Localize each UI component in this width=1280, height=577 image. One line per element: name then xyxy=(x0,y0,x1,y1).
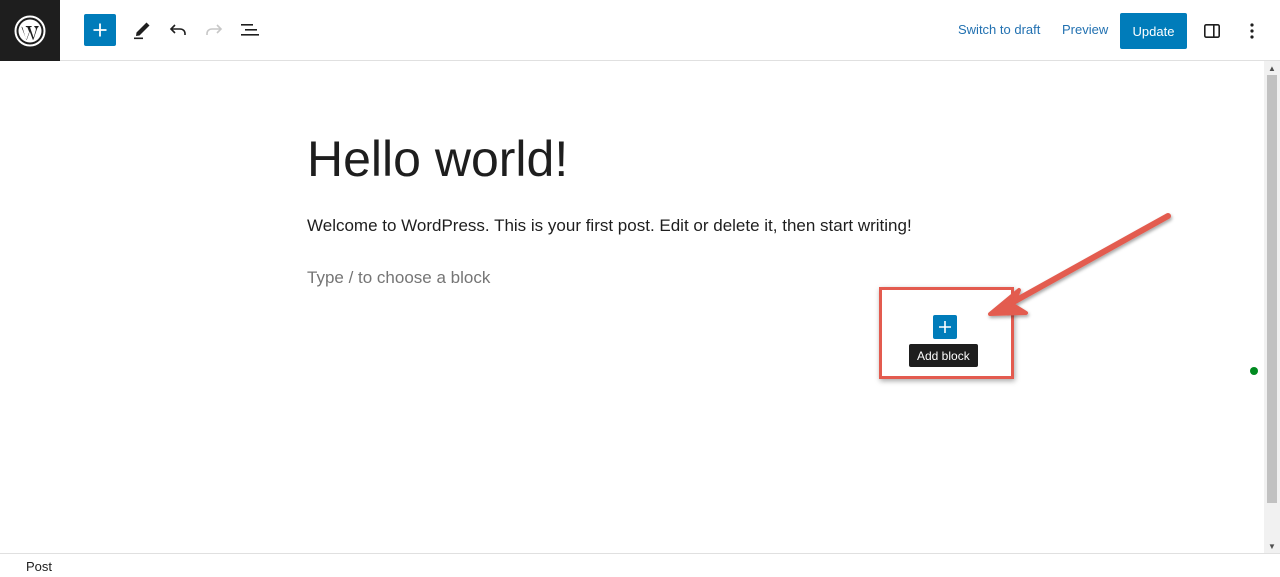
redo-button[interactable] xyxy=(198,14,230,46)
switch-to-draft-button[interactable]: Switch to draft xyxy=(958,22,1040,37)
block-editor: Switch to draft Preview Update Hello wor… xyxy=(0,0,1280,577)
undo-icon xyxy=(169,24,186,35)
canvas-scrollbar[interactable]: ▲ ▼ xyxy=(1264,61,1280,553)
scrollbar-thumb[interactable] xyxy=(1267,75,1277,503)
add-block-button[interactable] xyxy=(933,315,957,339)
empty-block-placeholder[interactable]: Type / to choose a block xyxy=(307,268,490,288)
scroll-up-arrow-icon[interactable]: ▲ xyxy=(1264,61,1280,75)
undo-button[interactable] xyxy=(162,14,194,46)
editor-canvas: Hello world! Welcome to WordPress. This … xyxy=(0,61,1264,553)
pencil-icon xyxy=(134,22,150,40)
status-indicator-dot xyxy=(1250,367,1258,375)
editor-footer: Post xyxy=(0,553,1280,577)
redo-icon xyxy=(206,24,223,35)
tools-button[interactable] xyxy=(126,14,158,46)
settings-button[interactable] xyxy=(1196,15,1228,47)
document-overview-icon xyxy=(241,24,259,36)
plus-icon xyxy=(939,321,951,333)
scroll-down-arrow-icon[interactable]: ▼ xyxy=(1264,539,1280,553)
post-title[interactable]: Hello world! xyxy=(307,129,568,189)
options-button[interactable] xyxy=(1236,15,1268,47)
annotation-arrow xyxy=(988,213,1171,316)
breadcrumb-post[interactable]: Post xyxy=(26,559,52,574)
paragraph-block[interactable]: Welcome to WordPress. This is your first… xyxy=(307,216,912,236)
sidebar-toggle-icon xyxy=(1203,23,1220,38)
editor-toolbar: Switch to draft Preview Update xyxy=(0,0,1280,61)
wordpress-logo-icon[interactable] xyxy=(0,0,60,61)
document-overview-button[interactable] xyxy=(234,14,266,46)
plus-icon xyxy=(93,23,107,37)
add-block-toggle-button[interactable] xyxy=(84,14,116,46)
preview-button[interactable]: Preview xyxy=(1062,22,1108,37)
more-vertical-icon xyxy=(1250,23,1254,39)
add-block-tooltip: Add block xyxy=(909,344,978,367)
update-button[interactable]: Update xyxy=(1120,13,1187,49)
